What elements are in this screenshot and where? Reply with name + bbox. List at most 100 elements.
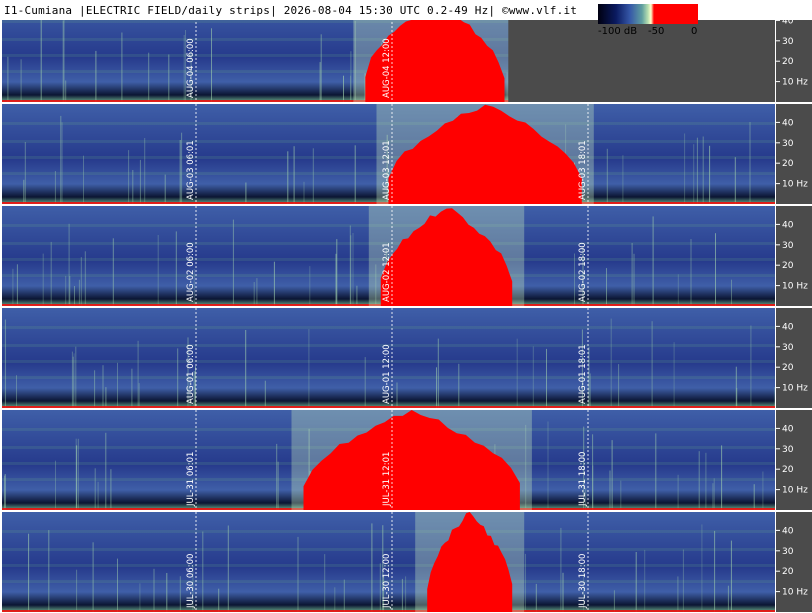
transient-line (277, 461, 279, 510)
transient-line (437, 338, 439, 408)
transient-line (92, 542, 94, 612)
transient-line (253, 282, 255, 306)
transient-line (592, 434, 594, 510)
frequency-tick-label: 20 (782, 159, 794, 169)
frequency-tick-label: 10 Hz (782, 384, 808, 394)
transient-line (319, 62, 321, 102)
transient-line (762, 471, 764, 510)
transient-line (7, 56, 9, 102)
transient-line (112, 238, 114, 306)
transient-line (63, 17, 65, 103)
transient-line (65, 275, 67, 306)
transient-line (128, 150, 130, 204)
time-label: JUL-30 06:00 (186, 554, 196, 609)
transient-line (16, 264, 18, 306)
transient-line (131, 368, 133, 408)
transient-line (181, 132, 183, 204)
transient-line (95, 50, 97, 102)
time-label: AUG-02 18:00 (578, 242, 588, 302)
transient-line (65, 80, 67, 102)
transient-line (690, 239, 692, 306)
transient-line (736, 387, 738, 408)
transient-line (78, 279, 80, 306)
transient-line (23, 179, 25, 204)
transient-line (132, 170, 134, 204)
transient-line (117, 362, 118, 408)
transient-line (655, 433, 657, 510)
scale-min-label: -100 dB (598, 26, 638, 37)
transient-line (631, 243, 633, 306)
time-label: JUL-30 18:00 (578, 554, 588, 609)
transient-line (698, 451, 700, 510)
transient-line (303, 181, 305, 204)
transient-line (273, 261, 275, 306)
transient-line (287, 151, 289, 204)
transient-line (677, 474, 679, 510)
transient-line (753, 484, 755, 510)
time-label: JUL-31 12:01 (382, 452, 392, 507)
transient-line (138, 383, 140, 408)
transient-line (606, 268, 607, 306)
transient-line (276, 443, 278, 510)
transient-line (546, 348, 547, 408)
transient-line (682, 549, 684, 612)
transient-line (55, 460, 56, 510)
transient-line (401, 578, 403, 612)
transient-line (702, 136, 704, 204)
transient-line (61, 122, 63, 204)
transient-line (405, 576, 407, 612)
transient-line (227, 525, 229, 612)
harmonic-band (2, 548, 775, 551)
transient-line (684, 133, 686, 204)
transient-line (48, 530, 50, 612)
transient-line (713, 478, 715, 510)
strip-aug-02: AUG-02 06:00 AUG-02 12:01 AUG-02 18:00 40 30… (2, 206, 812, 306)
transient-line (547, 421, 549, 510)
frequency-tick-label: 20 (782, 465, 794, 475)
transient-line (83, 155, 84, 204)
frequency-tick-label: 20 (782, 57, 794, 67)
transient-line (97, 481, 99, 510)
transient-line (343, 579, 345, 612)
transient-line (635, 552, 637, 612)
time-label: AUG-04 12:00 (382, 38, 392, 98)
transient-line (731, 279, 732, 306)
transient-line (102, 365, 104, 408)
transient-line (677, 274, 679, 306)
transient-line (40, 16, 42, 102)
transient-line (730, 540, 732, 612)
transient-line (232, 219, 234, 306)
transient-line (701, 524, 703, 612)
time-label: AUG-04 06:00 (186, 38, 196, 98)
transient-line (335, 253, 337, 306)
transient-line (308, 329, 310, 408)
transient-line (94, 370, 96, 408)
transient-line (75, 346, 77, 408)
baseline-noise (2, 610, 775, 612)
transient-line (320, 34, 322, 102)
strip-jul-31: JUL-31 06:01 JUL-31 12:01 JUL-31 18:00 40 30… (2, 410, 812, 510)
transient-line (364, 357, 366, 408)
transient-line (175, 231, 177, 306)
transient-line (94, 468, 96, 510)
transient-line (652, 216, 654, 306)
transient-line (297, 536, 299, 612)
transient-line (524, 553, 526, 612)
transient-line (50, 241, 52, 306)
transient-line (309, 266, 311, 306)
frequency-tick-label: 20 (782, 363, 794, 373)
transient-line (750, 325, 752, 408)
transient-line (202, 531, 204, 612)
transient-line (139, 159, 141, 204)
transient-line (218, 588, 220, 612)
color-scale: -100 dB -50 0 (598, 4, 698, 44)
frequency-tick-label: 40 (782, 322, 794, 332)
strip-jul-30: JUL-30 06:00 JUL-30 12:00 JUL-30 18:00 40 30… (2, 512, 812, 612)
transient-line (121, 32, 123, 102)
transient-line (610, 318, 612, 408)
transient-line (356, 285, 358, 306)
transient-line (293, 146, 295, 204)
transient-line (42, 253, 44, 306)
transient-line (350, 235, 352, 306)
transient-line (179, 140, 181, 204)
